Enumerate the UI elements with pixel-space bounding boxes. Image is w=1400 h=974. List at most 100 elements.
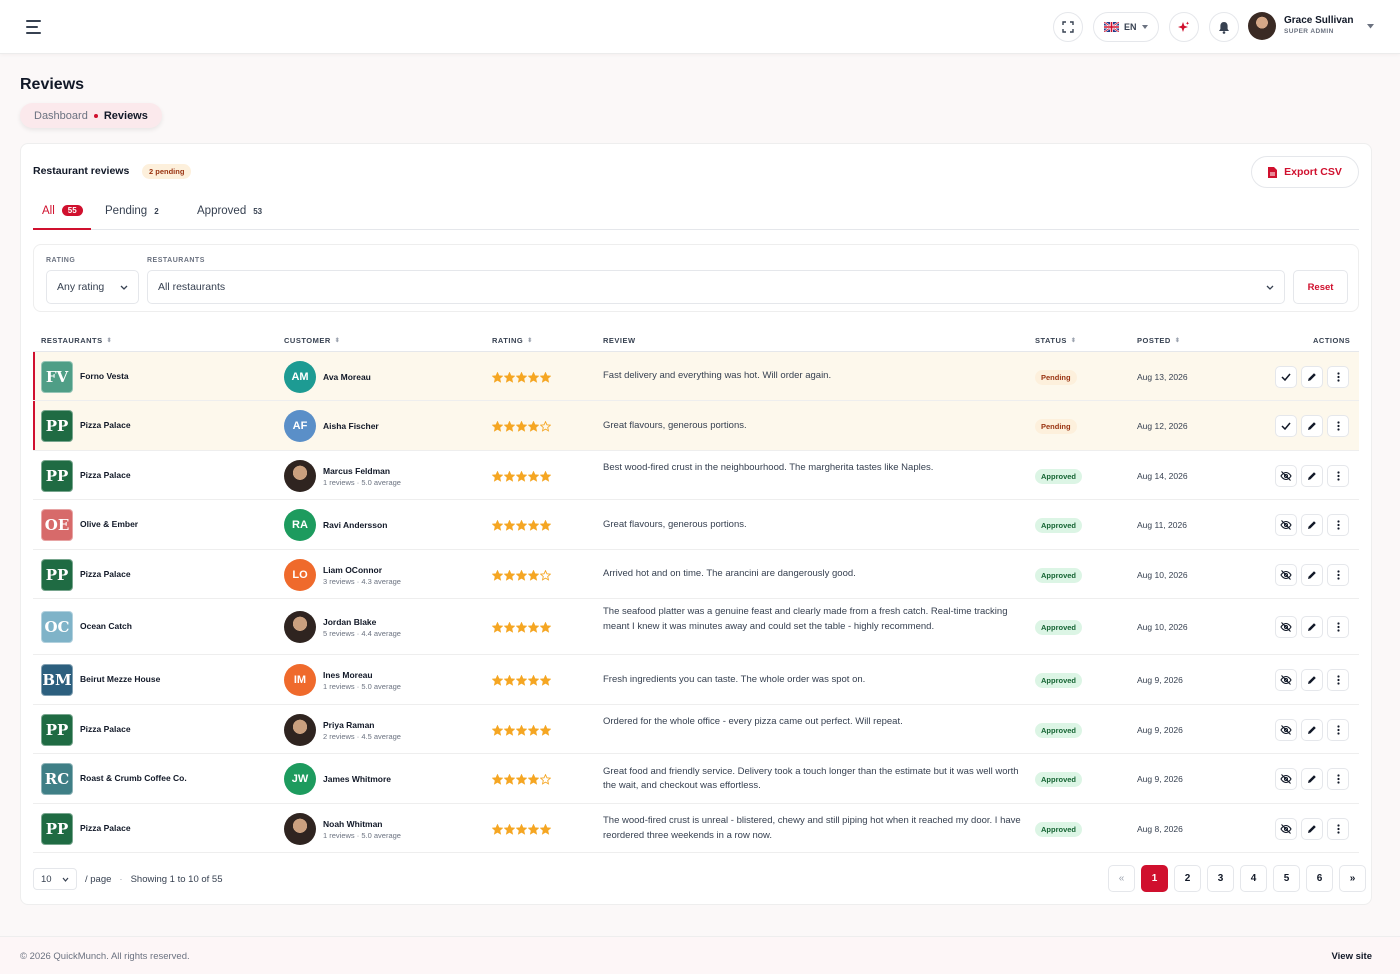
review-text: Great food and friendly service. Deliver… (603, 765, 1019, 792)
more-button[interactable] (1327, 718, 1349, 741)
language-selector[interactable]: EN (1093, 12, 1159, 42)
row-actions (1275, 718, 1349, 741)
edit-button[interactable] (1301, 718, 1323, 741)
more-button[interactable] (1327, 817, 1349, 840)
user-menu[interactable]: Grace Sullivan SUPER ADMIN (1248, 12, 1375, 40)
rating-select[interactable]: Any rating (46, 270, 139, 304)
more-vertical-icon (1336, 774, 1340, 784)
breadcrumb-dashboard[interactable]: Dashboard (34, 110, 88, 122)
more-button[interactable] (1327, 514, 1349, 536)
customer-avatar: RA (284, 509, 316, 541)
restaurant-name[interactable]: Pizza Palace (80, 724, 131, 734)
export-csv-button[interactable]: Export CSV (1251, 156, 1359, 188)
pencil-icon (1308, 676, 1316, 684)
restaurant-logo[interactable]: PP (41, 558, 73, 591)
reset-button[interactable]: Reset (1293, 270, 1348, 304)
more-button[interactable] (1327, 669, 1349, 691)
more-button[interactable] (1327, 563, 1349, 586)
sort-icon: ⬍ (106, 338, 113, 344)
page-button-5[interactable]: 5 (1273, 865, 1300, 892)
edit-button[interactable] (1301, 563, 1323, 586)
table-body: FV Forno Vesta AM Ava Moreau Fast delivery a… (33, 352, 1359, 853)
more-button[interactable] (1327, 464, 1349, 487)
edit-button[interactable] (1301, 768, 1323, 790)
col-posted[interactable]: POSTED ⬍ (1137, 336, 1180, 345)
restaurant-name[interactable]: Olive & Ember (80, 519, 138, 529)
col-rating[interactable]: RATING ⬍ (492, 336, 533, 345)
restaurant-name[interactable]: Forno Vesta (80, 371, 129, 381)
restaurant-logo[interactable]: PP (41, 410, 73, 442)
page-button-6[interactable]: 6 (1306, 865, 1333, 892)
edit-button[interactable] (1301, 616, 1323, 638)
restaurant-logo[interactable]: OC (41, 611, 73, 643)
restaurant-name[interactable]: Pizza Palace (80, 420, 131, 430)
restaurant-logo[interactable]: BM (41, 664, 73, 696)
prev-page-button[interactable]: « (1108, 865, 1135, 892)
posted-date: Aug 10, 2026 (1137, 622, 1188, 632)
approve-button[interactable] (1275, 365, 1297, 388)
hide-button[interactable] (1275, 514, 1297, 536)
tab-all[interactable]: All 55 (33, 202, 91, 230)
tab-pending[interactable]: Pending 2 (105, 202, 159, 230)
customer-avatar: AM (284, 360, 316, 393)
hide-button[interactable] (1275, 464, 1297, 487)
page-size-select[interactable]: 10 (33, 868, 77, 890)
restaurants-select[interactable]: All restaurants (147, 270, 1285, 304)
restaurant-name[interactable]: Pizza Palace (80, 823, 131, 833)
tab-approved[interactable]: Approved 53 (197, 202, 262, 230)
more-button[interactable] (1327, 415, 1349, 437)
edit-button[interactable] (1301, 514, 1323, 536)
hide-button[interactable] (1275, 768, 1297, 790)
page-button-4[interactable]: 4 (1240, 865, 1267, 892)
page-button-1[interactable]: 1 (1141, 865, 1168, 892)
page-button-3[interactable]: 3 (1207, 865, 1234, 892)
hide-button[interactable] (1275, 718, 1297, 741)
restaurant-logo[interactable]: PP (41, 713, 73, 746)
hide-button[interactable] (1275, 563, 1297, 586)
notifications-button[interactable] (1208, 12, 1239, 42)
restaurant-logo[interactable]: OE (41, 509, 73, 541)
restaurant-logo[interactable]: RC (41, 763, 73, 795)
restaurant-name[interactable]: Pizza Palace (80, 470, 131, 480)
rating-stars (492, 520, 551, 531)
edit-button[interactable] (1301, 669, 1323, 691)
restaurant-name[interactable]: Ocean Catch (80, 621, 132, 631)
ai-assistant-button[interactable] (1168, 12, 1199, 42)
view-site-link[interactable]: View site (1332, 951, 1373, 962)
hide-button[interactable] (1275, 616, 1297, 638)
restaurant-logo[interactable]: PP (41, 459, 73, 492)
col-status[interactable]: STATUS ⬍ (1035, 336, 1076, 345)
table-row: RC Roast & Crumb Coffee Co. JW James Whitmo… (33, 754, 1359, 804)
hide-button[interactable] (1275, 669, 1297, 691)
restaurant-logo[interactable]: FV (41, 360, 73, 393)
star-filled-icon (492, 622, 503, 633)
approve-button[interactable] (1275, 415, 1297, 437)
col-customer[interactable]: CUSTOMER ⬍ (284, 336, 340, 345)
star-filled-icon (504, 421, 515, 432)
fullscreen-button[interactable] (1053, 12, 1083, 42)
restaurant-name[interactable]: Beirut Mezze House (80, 674, 160, 684)
more-button[interactable] (1327, 365, 1349, 388)
star-filled-icon (516, 774, 527, 785)
fullscreen-icon (1062, 21, 1074, 33)
more-vertical-icon (1336, 823, 1340, 834)
restaurant-name[interactable]: Pizza Palace (80, 569, 131, 579)
restaurant-logo[interactable]: PP (41, 812, 73, 845)
status-badge: Approved (1035, 722, 1083, 738)
star-filled-icon (516, 470, 527, 482)
edit-button[interactable] (1301, 464, 1323, 487)
restaurant-name[interactable]: Roast & Crumb Coffee Co. (80, 773, 187, 783)
edit-button[interactable] (1301, 365, 1323, 388)
sort-icon: ⬍ (527, 338, 533, 344)
next-page-button[interactable]: » (1339, 865, 1366, 892)
col-restaurants[interactable]: RESTAURANTS ⬍ (41, 336, 112, 345)
more-button[interactable] (1327, 768, 1349, 790)
edit-button[interactable] (1301, 817, 1323, 840)
row-actions (1275, 563, 1349, 586)
menu-icon[interactable] (26, 20, 42, 34)
hide-button[interactable] (1275, 817, 1297, 840)
page-button-2[interactable]: 2 (1174, 865, 1201, 892)
rating-stars (492, 421, 551, 432)
edit-button[interactable] (1301, 415, 1323, 437)
more-button[interactable] (1327, 616, 1349, 638)
